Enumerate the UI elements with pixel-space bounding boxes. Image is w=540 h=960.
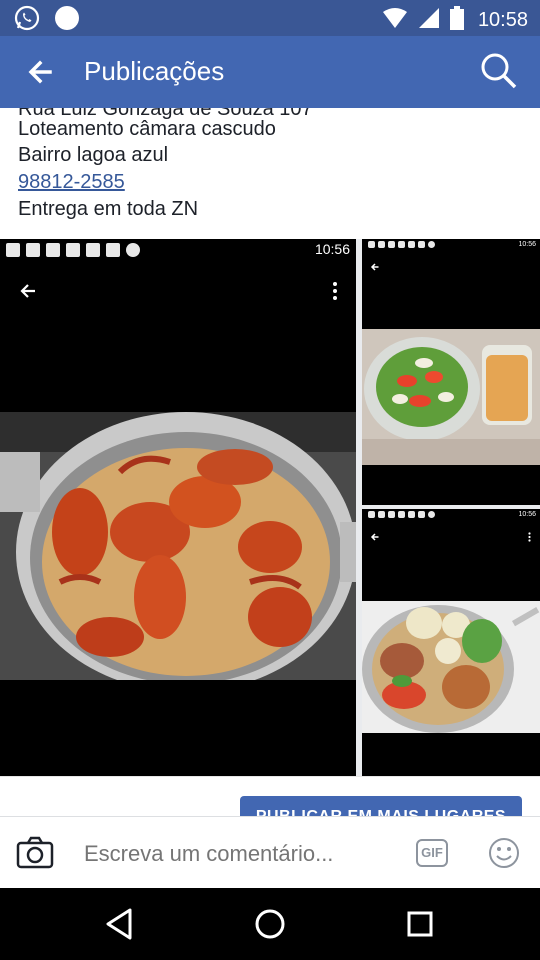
embedded-time: 10:56: [518, 511, 536, 518]
embedded-back-icon: [370, 529, 380, 547]
gif-button[interactable]: GIF: [416, 839, 448, 867]
game-icon: [66, 243, 80, 257]
storage-icon: [46, 243, 60, 257]
image-icon: [378, 511, 385, 518]
signal-icon: [418, 7, 440, 34]
photo-crab-stew[interactable]: 10:56: [0, 239, 356, 776]
rice-beans-image: [362, 601, 540, 733]
embedded-time: 10:56: [518, 241, 536, 248]
page-title: Publicações: [84, 56, 225, 86]
embedded-status-bar: 10:56: [362, 509, 540, 523]
salad-juice-image: [362, 329, 540, 465]
youtube-icon: [86, 243, 100, 257]
photo-icon: [418, 511, 425, 518]
embedded-menu-icon: [332, 281, 338, 306]
storage-icon: [388, 241, 395, 248]
dot-icon: [428, 241, 435, 248]
camera-icon[interactable]: [16, 835, 56, 871]
game-icon: [398, 511, 405, 518]
post-line-neighborhood: Loteamento câmara cascudo: [18, 118, 276, 140]
search-icon[interactable]: [478, 50, 518, 90]
whatsapp-icon: [14, 5, 40, 36]
embedded-time: 10:56: [314, 241, 350, 257]
facebook-icon: [6, 243, 20, 257]
nav-recents-icon[interactable]: [402, 906, 438, 942]
post-text: Rua Luiz Gonzaga de Souza 107 Loteamento…: [0, 108, 540, 238]
embedded-back-icon: [18, 281, 38, 306]
back-arrow-icon[interactable]: [22, 54, 58, 90]
app-bar: Publicações: [0, 36, 540, 108]
photo-icon: [106, 243, 120, 257]
status-bar: 10:58: [0, 0, 540, 36]
youtube-icon: [408, 511, 415, 518]
comment-bar: GIF: [0, 816, 540, 888]
photo-icon: [418, 241, 425, 248]
nav-back-icon[interactable]: [102, 906, 138, 942]
nav-home-icon[interactable]: [252, 906, 288, 942]
game-icon: [398, 241, 405, 248]
embedded-menu-icon: [528, 529, 531, 547]
crab-stew-image: [0, 412, 356, 680]
wifi-icon: [382, 7, 408, 34]
dot-icon: [428, 511, 435, 518]
post-line-delivery: Entrega em toda ZN: [18, 198, 199, 220]
image-icon: [26, 243, 40, 257]
youtube-icon: [408, 241, 415, 248]
facebook-icon: [368, 511, 375, 518]
status-time: 10:58: [477, 9, 528, 31]
embedded-status-bar: 10:56: [362, 239, 540, 253]
photo-rice-beans[interactable]: 10:56: [362, 509, 540, 776]
photo-gallery: 10:56 10:56 10:56: [0, 239, 540, 776]
storage-icon: [388, 511, 395, 518]
image-icon: [378, 241, 385, 248]
dot-icon: [126, 243, 140, 257]
circle-notification-icon: [54, 5, 80, 36]
embedded-back-icon: [370, 259, 380, 277]
phone-link[interactable]: 98812-2585: [18, 171, 125, 194]
embedded-status-bar: 10:56: [0, 239, 356, 265]
facebook-icon: [368, 241, 375, 248]
android-nav-bar: [0, 888, 540, 960]
post-line-district: Bairro lagoa azul: [18, 144, 169, 166]
battery-icon: [449, 6, 464, 35]
emoji-icon[interactable]: [488, 837, 520, 869]
photo-salad-juice[interactable]: 10:56: [362, 239, 540, 505]
comment-input[interactable]: [84, 840, 384, 868]
